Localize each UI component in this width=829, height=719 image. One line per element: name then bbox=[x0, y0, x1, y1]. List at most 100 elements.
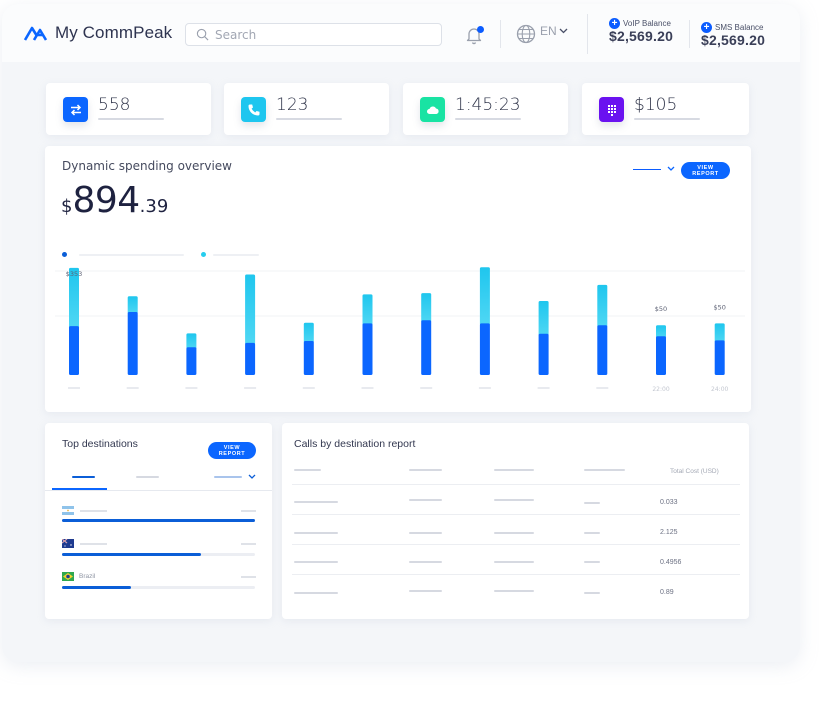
globe-icon[interactable] bbox=[516, 24, 536, 44]
progress-fill bbox=[62, 519, 255, 522]
bar-segment-series-1 bbox=[479, 323, 490, 375]
bar-segment-series-1 bbox=[245, 342, 256, 375]
commpeak-logo-icon bbox=[23, 26, 48, 41]
voip-balance-amount: $2,569.20 bbox=[609, 28, 674, 44]
transfer-arrows-icon bbox=[63, 97, 88, 122]
bar-segment-series-1 bbox=[303, 340, 314, 375]
total-cost-cell: 0.4956 bbox=[660, 559, 682, 566]
stat-card-duration[interactable]: 1:45:23 bbox=[403, 83, 568, 135]
spending-overview-card: Dynamic spending overview $894.39 VIEW R… bbox=[45, 146, 751, 412]
divider bbox=[689, 20, 690, 48]
stat-label-placeholder bbox=[98, 118, 164, 120]
phone-icon bbox=[241, 97, 266, 122]
brazil-flag-icon bbox=[62, 572, 74, 581]
total-cost-cell: 0.033 bbox=[660, 499, 678, 506]
bar-segment-series-2 bbox=[245, 274, 256, 345]
column-header-placeholder bbox=[409, 469, 442, 471]
bar-segment-series-1 bbox=[714, 340, 725, 375]
tab-1[interactable] bbox=[72, 476, 95, 478]
destination-tabs bbox=[45, 473, 272, 491]
destination-name: Brazil bbox=[79, 573, 96, 580]
bar-segment-series-1 bbox=[421, 320, 432, 375]
stat-card-calls[interactable]: 123 bbox=[224, 83, 389, 135]
bar-segment-series-2 bbox=[186, 333, 197, 350]
bar-segment-series-2 bbox=[538, 300, 549, 336]
bar-segment-series-2 bbox=[479, 267, 490, 326]
total-cost-header: Total Cost (USD) bbox=[670, 468, 719, 475]
tab-dropdown[interactable] bbox=[214, 476, 242, 478]
search-box[interactable] bbox=[185, 23, 442, 46]
column-header-placeholder bbox=[294, 469, 321, 471]
destination-progress bbox=[62, 586, 255, 589]
australia-flag-icon bbox=[62, 539, 74, 548]
sms-balance[interactable]: + SMS Balance $2,569.20 bbox=[701, 22, 765, 48]
calls-by-destination-card: Calls by destination report Total Cost (… bbox=[282, 423, 749, 619]
progress-fill bbox=[62, 586, 132, 589]
chevron-down-icon bbox=[559, 28, 568, 34]
active-tab-indicator bbox=[52, 488, 107, 490]
stat-label-placeholder bbox=[634, 118, 700, 120]
column-header-placeholder bbox=[494, 469, 534, 471]
language-selector[interactable]: EN bbox=[540, 24, 568, 38]
bar-segment-series-1 bbox=[538, 333, 549, 375]
cloud-icon bbox=[420, 97, 445, 122]
stat-value: $105 bbox=[634, 95, 678, 115]
brand-logo[interactable]: My CommPeak bbox=[23, 22, 172, 44]
bar-segment-series-2 bbox=[714, 323, 725, 343]
bar-segment-series-2 bbox=[303, 322, 314, 343]
column-header-placeholder bbox=[584, 469, 625, 471]
bar-segment-series-2 bbox=[597, 284, 608, 328]
argentina-flag-icon bbox=[62, 506, 74, 515]
voip-balance[interactable]: + VoIP Balance $2,569.20 bbox=[609, 18, 673, 44]
divider bbox=[587, 14, 588, 54]
voip-balance-label: VoIP Balance bbox=[623, 19, 671, 28]
tab-2[interactable] bbox=[136, 476, 159, 478]
search-icon bbox=[196, 28, 209, 41]
bar-segment-series-1 bbox=[69, 326, 79, 375]
stat-card-transfers[interactable]: 558 bbox=[46, 83, 211, 135]
bar-segment-series-1 bbox=[186, 347, 197, 375]
destination-name-placeholder bbox=[80, 543, 107, 545]
brand-name: My CommPeak bbox=[55, 23, 173, 42]
dialpad-icon bbox=[599, 97, 624, 122]
destination-progress bbox=[62, 553, 255, 556]
stat-value: 123 bbox=[276, 95, 309, 115]
destination-name-placeholder bbox=[80, 510, 107, 512]
spending-bar-chart: 22:00 24:00 $353 $50 $50 bbox=[55, 267, 745, 393]
destination-value-placeholder bbox=[241, 510, 256, 512]
x-tick-label: 24:00 bbox=[711, 386, 728, 393]
bar-data-label: $50 bbox=[713, 303, 725, 311]
bar-segment-series-1 bbox=[127, 312, 138, 375]
stat-card-cost[interactable]: $105 bbox=[582, 83, 749, 135]
bar-segment-series-2 bbox=[127, 296, 138, 314]
x-tick-label: 22:00 bbox=[652, 386, 669, 393]
divider bbox=[500, 20, 501, 48]
top-destinations-card: Top destinations VIEW REPORT Brazil bbox=[45, 423, 272, 619]
calls-report-title: Calls by destination report bbox=[294, 438, 416, 450]
destination-progress bbox=[62, 519, 255, 522]
progress-fill bbox=[62, 553, 201, 556]
sms-balance-amount: $2,569.20 bbox=[701, 32, 766, 48]
top-destinations-title: Top destinations bbox=[62, 438, 138, 450]
bar-data-label: $353 bbox=[66, 270, 83, 278]
destination-value-placeholder bbox=[241, 576, 256, 578]
bar-data-label: $50 bbox=[655, 305, 667, 313]
search-input[interactable] bbox=[215, 27, 415, 42]
stat-value: 558 bbox=[98, 95, 131, 115]
stat-label-placeholder bbox=[276, 118, 342, 120]
chevron-down-icon[interactable] bbox=[248, 474, 256, 480]
language-code: EN bbox=[540, 24, 557, 38]
destination-value-placeholder bbox=[241, 543, 256, 545]
total-cost-cell: 0.89 bbox=[660, 589, 674, 596]
notification-badge bbox=[477, 26, 484, 33]
sms-balance-label: SMS Balance bbox=[715, 23, 764, 32]
bar-segment-series-1 bbox=[362, 323, 373, 375]
total-cost-cell: 2.125 bbox=[660, 529, 678, 536]
view-report-button[interactable]: VIEW REPORT bbox=[208, 442, 256, 459]
stat-label-placeholder bbox=[455, 118, 521, 120]
bar-segment-series-1 bbox=[656, 336, 666, 375]
bar-segment-series-2 bbox=[421, 293, 432, 323]
bar-segment-series-1 bbox=[597, 325, 608, 375]
stat-value: 1:45:23 bbox=[455, 95, 521, 115]
bar-segment-series-2 bbox=[362, 294, 373, 326]
